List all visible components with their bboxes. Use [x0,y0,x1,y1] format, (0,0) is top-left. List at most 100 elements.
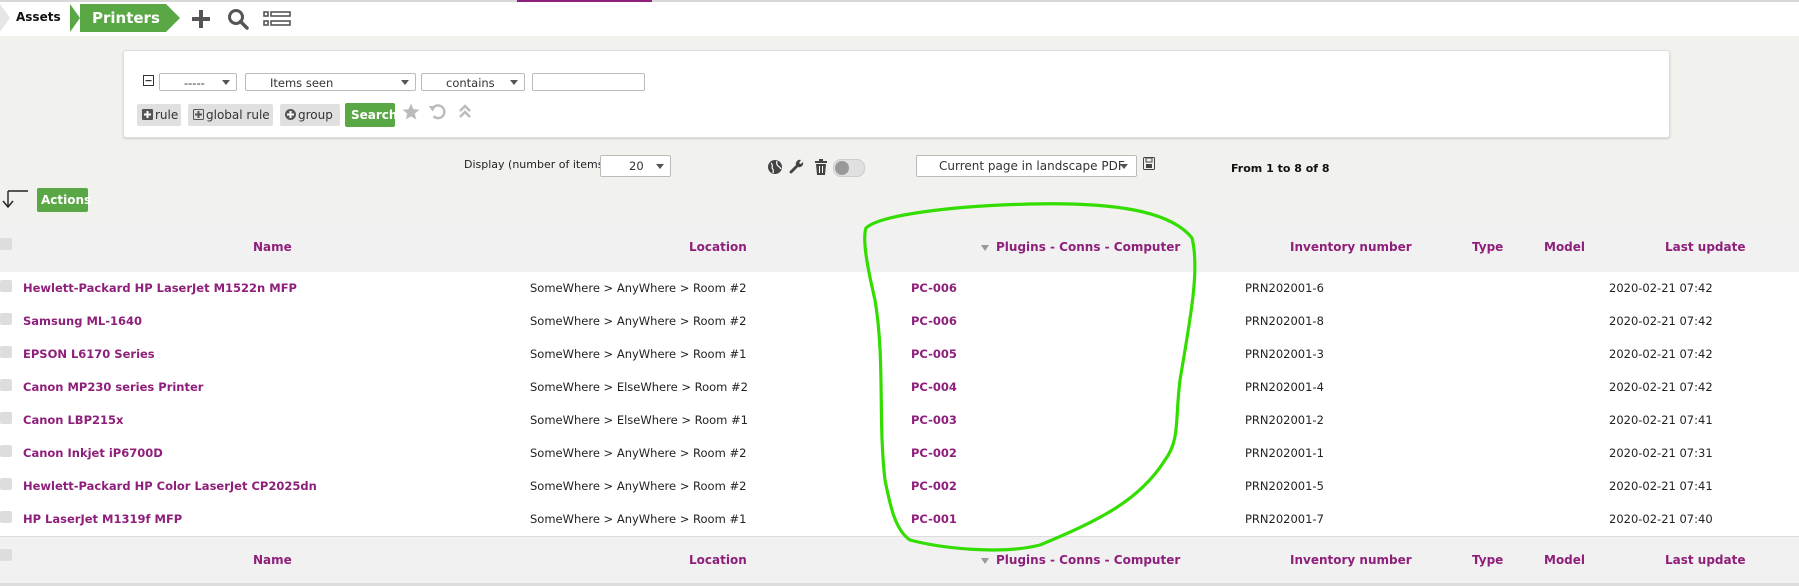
column-inventory-number-footer[interactable]: Inventory number [1290,553,1412,567]
list-icon[interactable] [263,8,291,30]
table-row: Canon LBP215x SomeWhere > ElseWhere > Ro… [0,404,1799,438]
computer-link[interactable]: PC-005 [911,347,957,361]
add-global-rule-label: global rule [206,108,270,122]
printer-name-link[interactable]: Hewlett-Packard HP LaserJet M1522n MFP [23,281,297,295]
computer-link[interactable]: PC-003 [911,413,957,427]
row-checkbox[interactable] [0,445,12,457]
breadcrumb-separator [0,4,10,32]
add-rule-label: rule [155,108,179,122]
column-type-footer[interactable]: Type [1472,553,1503,567]
operator-select[interactable]: contains [421,73,525,91]
column-last-update[interactable]: Last update [1665,240,1746,254]
add-rule-button[interactable]: rule [137,104,181,126]
search-icon[interactable] [227,8,249,30]
actions-button-label: Actions [41,193,92,207]
column-inventory-number[interactable]: Inventory number [1290,240,1412,254]
inventory-cell: PRN202001-4 [1245,380,1324,394]
computer-link[interactable]: PC-002 [911,479,957,493]
computer-link[interactable]: PC-001 [911,512,957,526]
row-checkbox[interactable] [0,313,12,325]
printer-name-link[interactable]: EPSON L6170 Series [23,347,155,361]
table-footer: Name Location Plugins - Conns - Computer… [0,536,1799,585]
column-name[interactable]: Name [253,240,292,254]
last-update-cell: 2020-02-21 07:42 [1609,347,1713,361]
inventory-cell: PRN202001-8 [1245,314,1324,328]
column-model-footer[interactable]: Model [1544,553,1585,567]
table-row: Canon MP230 series Printer SomeWhere > E… [0,371,1799,405]
table-row: Canon Inkjet iP6700D SomeWhere > AnyWher… [0,437,1799,471]
computer-link[interactable]: PC-004 [911,380,957,394]
chevron-down-icon [401,80,409,85]
breadcrumb-printers[interactable]: Printers [70,4,166,32]
inventory-cell: PRN202001-1 [1245,446,1324,460]
inventory-cell: PRN202001-3 [1245,347,1324,361]
column-last-update-footer[interactable]: Last update [1665,553,1746,567]
column-model[interactable]: Model [1544,240,1585,254]
globe-icon[interactable] [767,159,783,175]
location-cell: SomeWhere > ElseWhere > Room #2 [530,380,748,394]
trash-icon[interactable] [814,159,828,175]
column-location-footer[interactable]: Location [689,553,747,567]
breadcrumb-assets[interactable]: Assets [0,4,70,32]
column-plugin-computer-footer[interactable]: Plugins - Conns - Computer [996,553,1180,567]
location-cell: SomeWhere > AnyWhere > Room #2 [530,446,747,460]
reset-icon[interactable] [428,102,447,121]
column-plugin-computer[interactable]: Plugins - Conns - Computer [996,240,1180,254]
field-select[interactable]: ----- [159,73,237,91]
toggle-knob [835,161,849,175]
row-checkbox[interactable] [0,412,12,424]
printer-name-link[interactable]: Canon LBP215x [23,413,123,427]
row-checkbox[interactable] [0,280,12,292]
search-button[interactable]: Search [345,103,397,127]
export-format-value: Current page in landscape PDF [939,159,1125,173]
star-icon[interactable] [401,102,421,122]
plus-icon[interactable] [190,8,212,30]
computer-link[interactable]: PC-002 [911,446,957,460]
select-all-checkbox[interactable] [0,238,12,250]
printer-name-link[interactable]: HP LaserJet M1319f MFP [23,512,182,526]
wrench-icon[interactable] [789,159,805,175]
field-select-value: ----- [184,76,205,90]
computer-link[interactable]: PC-006 [911,314,957,328]
inventory-cell: PRN202001-2 [1245,413,1324,427]
pagination-info: From 1 to 8 of 8 [1231,162,1330,175]
printer-name-link[interactable]: Canon MP230 series Printer [23,380,203,394]
chevron-down-icon [510,80,518,85]
column-location[interactable]: Location [689,240,747,254]
breadcrumb-tip [166,4,180,32]
last-update-cell: 2020-02-21 07:42 [1609,380,1713,394]
printer-name-link[interactable]: Canon Inkjet iP6700D [23,446,163,460]
column-name-footer[interactable]: Name [253,553,292,567]
row-checkbox[interactable] [0,511,12,523]
last-update-cell: 2020-02-21 07:41 [1609,413,1713,427]
breadcrumb-assets-label: Assets [16,10,61,24]
location-cell: SomeWhere > AnyWhere > Room #2 [530,314,747,328]
table-row: Hewlett-Packard HP LaserJet M1522n MFP S… [0,272,1799,306]
row-checkbox[interactable] [0,478,12,490]
display-count-select[interactable]: 20 [600,155,671,177]
criteria-value-input[interactable] [532,73,645,91]
column-type[interactable]: Type [1472,240,1503,254]
plus-square-outline-icon [193,109,204,120]
add-global-rule-button[interactable]: global rule [188,104,273,126]
collapse-up-icon[interactable] [458,103,472,119]
row-checkbox[interactable] [0,379,12,391]
chevron-down-icon [656,164,664,169]
location-cell: SomeWhere > AnyWhere > Room #2 [530,479,747,493]
printer-name-link[interactable]: Hewlett-Packard HP Color LaserJet CP2025… [23,479,317,493]
export-save-icon[interactable] [1143,157,1155,170]
computer-link[interactable]: PC-006 [911,281,957,295]
last-update-cell: 2020-02-21 07:42 [1609,314,1713,328]
add-group-button[interactable]: group [280,104,340,126]
row-checkbox[interactable] [0,346,12,358]
printer-name-link[interactable]: Samsung ML-1640 [23,314,142,328]
collapse-criteria-icon[interactable] [143,75,154,86]
export-format-select[interactable]: Current page in landscape PDF [916,155,1137,177]
last-update-cell: 2020-02-21 07:31 [1609,446,1713,460]
location-cell: SomeWhere > ElseWhere > Room #1 [530,413,748,427]
criteria-select[interactable]: Items seen [245,73,416,91]
actions-button[interactable]: Actions [37,188,92,212]
select-all-checkbox-footer[interactable] [0,549,12,561]
chevron-down-icon [222,80,230,85]
trash-toggle[interactable] [833,159,865,177]
